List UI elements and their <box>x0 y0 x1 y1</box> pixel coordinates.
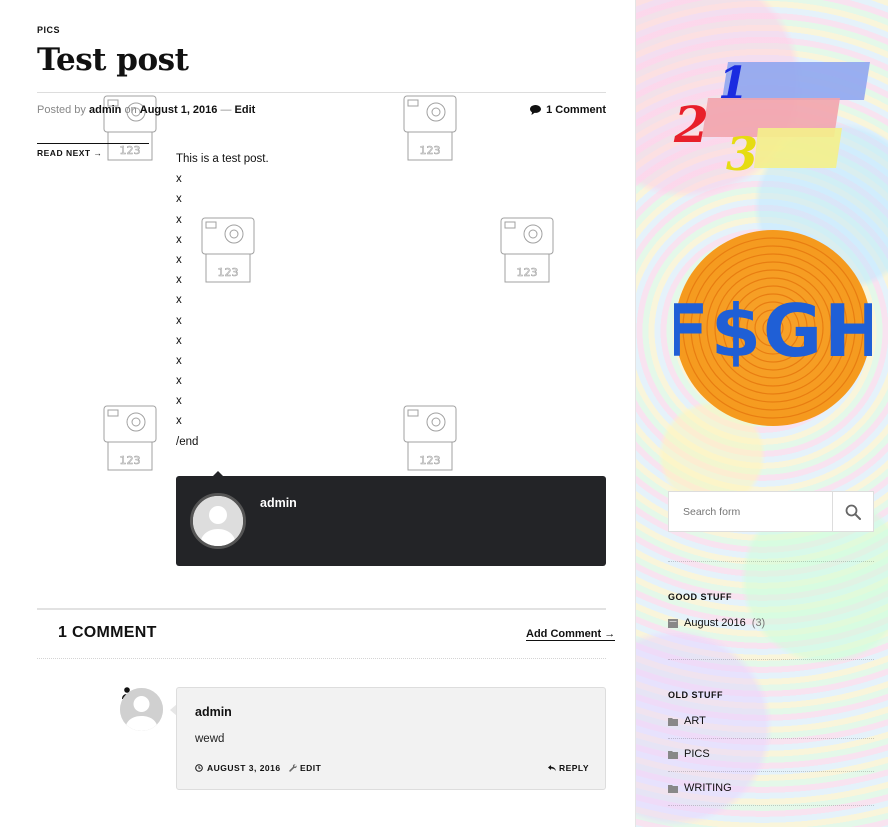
post-title: Test post <box>37 42 189 78</box>
archive-label: August 2016 <box>684 617 746 629</box>
svg-text:123: 123 <box>420 144 441 157</box>
archive-item-august-2016[interactable]: August 2016 (3) <box>668 617 874 629</box>
post-content-line: x <box>176 375 182 388</box>
title-divider <box>37 92 606 93</box>
comment-date-label: AUGUST 3, 2016 <box>207 763 281 773</box>
old-stuff-title: OLD STUFF <box>668 690 723 700</box>
search-button[interactable] <box>832 492 873 531</box>
wrench-icon <box>289 764 297 772</box>
search-input[interactable] <box>669 492 832 531</box>
comments-title: 1 COMMENT <box>58 624 157 641</box>
comment-date-link[interactable]: AUGUST 3, 2016 <box>195 763 281 773</box>
comments-count-label: 1 Comment <box>546 104 606 116</box>
widget-divider <box>668 561 874 562</box>
comment-item: admin wewd AUGUST 3, 2016 EDIT REPLY <box>176 687 606 790</box>
comment-reply-label: REPLY <box>558 763 589 773</box>
posted-by-label: Posted by <box>37 104 86 116</box>
folder-icon <box>668 750 678 759</box>
category-label: WRITING <box>684 782 732 794</box>
comment-author[interactable]: admin <box>195 705 232 719</box>
comment-text: wewd <box>195 733 225 745</box>
post-content-line: x <box>176 193 182 206</box>
comment-reply-link[interactable]: REPLY <box>547 763 589 773</box>
post-content: This is a test post. x x x x x x x x x x x x x/end <box>176 149 269 452</box>
camera-watermark-icon: 123 <box>400 88 460 164</box>
category-item-pics[interactable]: PICS <box>668 748 874 760</box>
logo-digit-two: 2 <box>673 95 709 154</box>
folder-icon <box>668 717 678 726</box>
category-item-art[interactable]: ART <box>668 715 874 727</box>
logo-digit-one: 1 <box>718 58 749 109</box>
archive-icon <box>668 618 678 628</box>
widget-divider <box>668 659 874 660</box>
user-icon <box>193 496 243 546</box>
list-divider <box>668 771 874 772</box>
good-stuff-title: GOOD STUFF <box>668 592 732 602</box>
search-form <box>668 491 874 532</box>
post-content-line: x <box>176 274 182 287</box>
post-content-line: /end <box>176 435 199 448</box>
fsgh-logo-image[interactable]: F$GH <box>674 228 872 428</box>
comment-edit-label: EDIT <box>300 763 322 773</box>
post-content-line: x <box>176 173 182 186</box>
category-label: ART <box>684 715 706 727</box>
post-meta: Posted by admin on August 1, 2016 — Edit <box>37 104 255 116</box>
author-box: admin <box>176 471 606 566</box>
post-content-line: x <box>176 415 182 428</box>
user-icon <box>120 688 163 731</box>
svg-text:123: 123 <box>517 266 538 279</box>
svg-text:123: 123 <box>420 454 441 467</box>
post-content-line: x <box>176 334 182 347</box>
post-paragraph: This is a test post. <box>176 153 269 165</box>
clock-icon <box>195 764 203 772</box>
logo-123-image[interactable]: 1 2 3 <box>670 52 876 174</box>
category-label: PICS <box>684 748 710 760</box>
read-next-link[interactable]: READ NEXT → <box>37 143 149 158</box>
author-avatar <box>190 493 246 549</box>
sidebar: 1 2 3 F$GH GOOD STUFF August 2016 (3) OL… <box>635 0 888 827</box>
post-content-line: x <box>176 354 182 367</box>
camera-watermark-icon: 123 <box>497 210 557 286</box>
camera-watermark-icon: 123 <box>100 398 160 474</box>
post-content-line: x <box>176 253 182 266</box>
post-content-line: x <box>176 233 182 246</box>
post-content-line: x <box>176 314 182 327</box>
on-label: on <box>124 104 137 116</box>
comment-edit-link[interactable]: EDIT <box>289 763 321 773</box>
post-content-line: x <box>176 294 182 307</box>
comments-count-link[interactable]: 1 Comment <box>530 104 606 116</box>
post-author-link[interactable]: admin <box>89 104 121 116</box>
add-comment-link[interactable]: Add Comment → <box>526 628 616 641</box>
comment-avatar <box>120 688 163 731</box>
reply-icon <box>547 765 556 771</box>
comment-icon <box>530 105 542 115</box>
list-divider <box>668 805 874 806</box>
post-date-link[interactable]: August 1, 2016 <box>140 104 218 116</box>
archive-count: (3) <box>751 617 766 629</box>
post-content-line: x <box>176 395 182 408</box>
list-divider <box>668 738 874 739</box>
search-icon <box>845 504 861 520</box>
post-content-line: x <box>176 213 182 226</box>
comments-divider <box>37 608 606 610</box>
post-edit-link[interactable]: Edit <box>235 104 256 116</box>
logo-digit-three: 3 <box>726 127 758 174</box>
camera-watermark-icon: 123 <box>400 398 460 474</box>
category-item-writing[interactable]: WRITING <box>668 782 874 794</box>
folder-icon <box>668 784 678 793</box>
comments-dotted-divider <box>37 658 606 659</box>
fsgh-logo-text: F$GH <box>674 289 872 373</box>
svg-text:123: 123 <box>120 454 141 467</box>
meta-separator: — <box>220 104 232 116</box>
author-box-name[interactable]: admin <box>260 496 297 510</box>
post-category-link[interactable]: PICS <box>37 25 60 35</box>
